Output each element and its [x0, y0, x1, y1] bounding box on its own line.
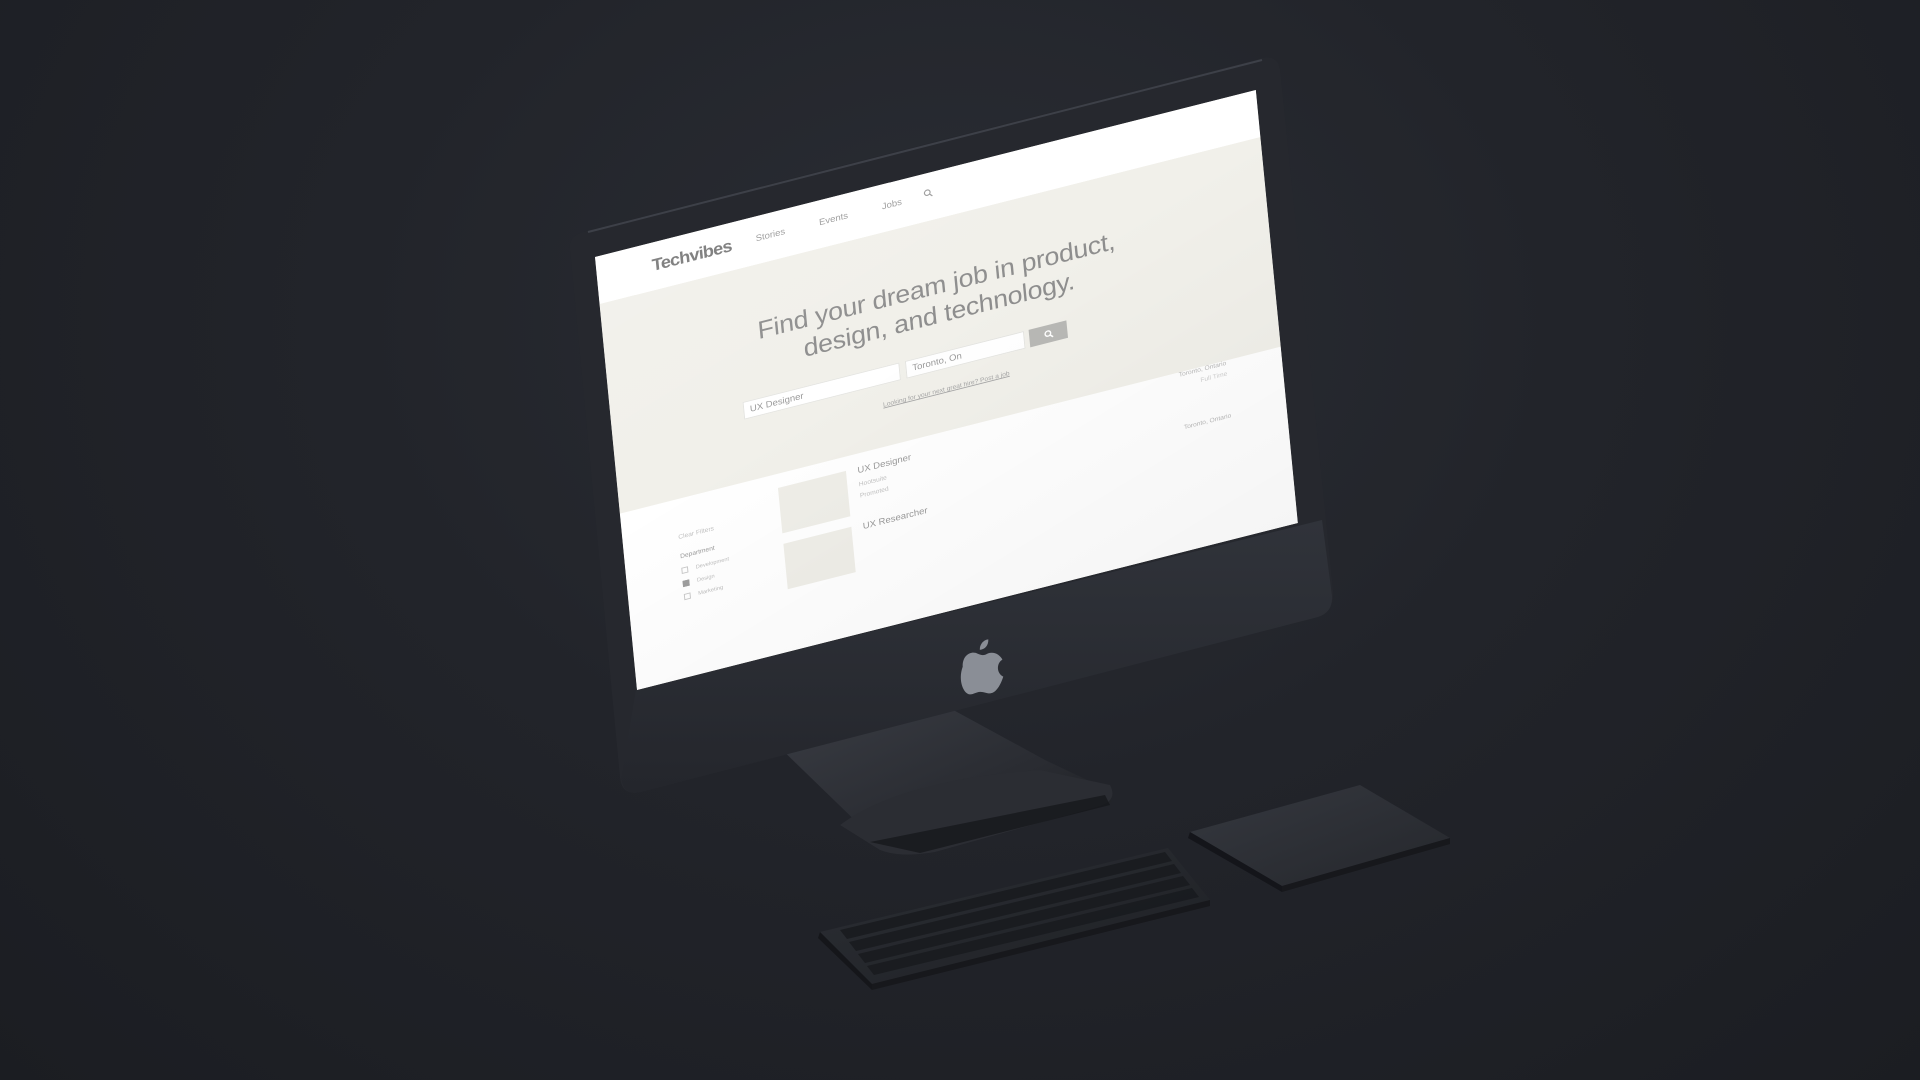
job-thumbnail[interactable] [783, 526, 856, 590]
search-icon[interactable] [922, 187, 934, 200]
nav-item-stories[interactable]: Stories [755, 227, 785, 244]
job-thumbnail[interactable] [777, 470, 851, 534]
filter-option-label: Development [695, 556, 730, 571]
job-meta: Hootsuite Promoted [858, 472, 889, 502]
scene-background: Techvibes Stories Events Jobs Find your … [0, 0, 1920, 1080]
checkbox[interactable] [681, 566, 689, 575]
filter-department-title: Department [679, 545, 716, 561]
job-title[interactable]: UX Researcher [863, 506, 928, 532]
search-button[interactable] [1028, 320, 1069, 348]
checkbox-checked[interactable] [682, 579, 690, 588]
checkbox[interactable] [683, 592, 692, 601]
search-icon [1043, 329, 1054, 338]
trackpad [1190, 785, 1450, 886]
job-location-text: Toronto, Ontario [1183, 412, 1232, 431]
filter-option-marketing[interactable]: Marketing [683, 584, 724, 601]
site-logo[interactable]: Techvibes [651, 237, 732, 276]
nav-item-events[interactable]: Events [819, 211, 849, 228]
job-location: Toronto, Ontario [1183, 411, 1232, 433]
filter-option-label: Marketing [698, 584, 724, 597]
nav-item-jobs[interactable]: Jobs [882, 197, 903, 212]
clear-filters-link[interactable]: Clear Filters [678, 526, 714, 541]
filter-option-label: Design [696, 573, 715, 584]
filter-option-design[interactable]: Design [682, 573, 715, 588]
filter-option-development[interactable]: Development [681, 556, 730, 575]
